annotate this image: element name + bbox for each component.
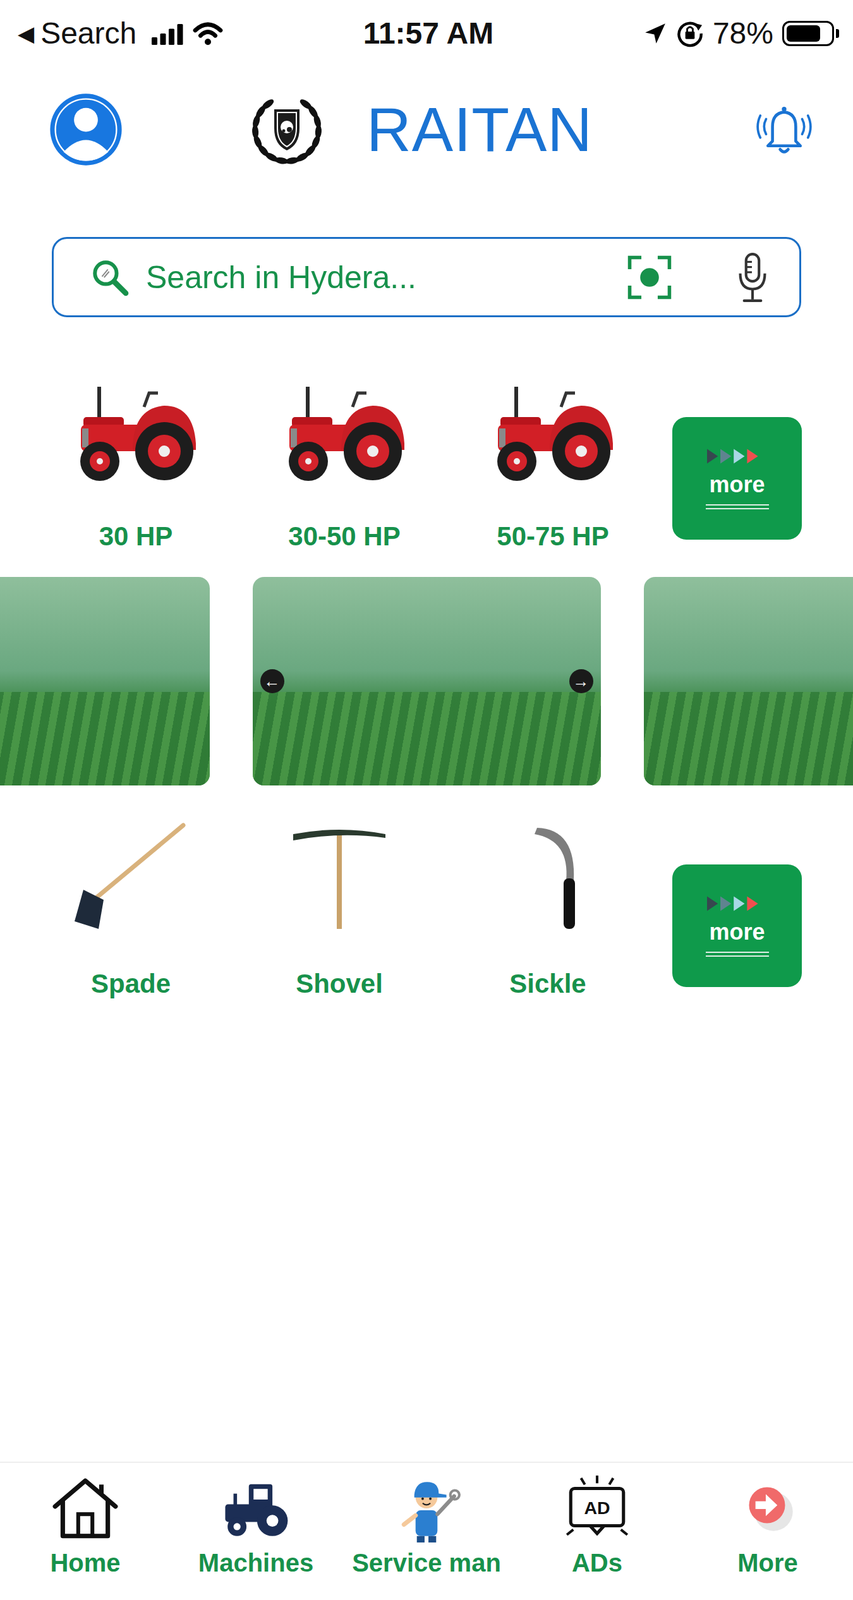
clock-time: 11:57 AM <box>363 15 494 51</box>
sickle-icon[interactable] <box>481 820 615 933</box>
nav-label[interactable]: More <box>737 1548 799 1578</box>
more-button[interactable]: more <box>672 864 802 987</box>
tractor-icon[interactable] <box>220 1472 292 1544</box>
banner-slide[interactable] <box>0 576 210 786</box>
house-icon[interactable] <box>49 1472 121 1544</box>
app-header: RAITAN <box>0 66 853 193</box>
more-button[interactable]: more <box>672 417 802 540</box>
nav-label[interactable]: Service man <box>351 1548 502 1578</box>
laurel-shield-logo-icon <box>245 90 329 169</box>
app-screen: ◀Search 11:57 AM 78% RAITAN Search in Hydera… <box>0 0 853 1600</box>
ad-board-icon[interactable]: AD <box>561 1472 633 1544</box>
mechanic-icon[interactable] <box>391 1472 462 1544</box>
more-label[interactable]: more <box>708 918 765 946</box>
banner-slide[interactable]: ←→ <box>252 576 601 786</box>
tractor-icon[interactable] <box>69 372 203 486</box>
location-arrow-icon <box>643 21 668 46</box>
tool-category[interactable]: Shovel <box>235 820 444 1000</box>
nav-label[interactable]: Machines <box>198 1548 314 1578</box>
nav-item[interactable]: AD ADs <box>511 1472 683 1600</box>
tool-category[interactable]: Sickle <box>443 820 653 1000</box>
tractor-category[interactable]: 30 HP <box>31 372 241 553</box>
search-field[interactable]: Search in Hydera... <box>51 236 802 318</box>
tractor-category-label[interactable]: 50-75 HP <box>496 520 609 553</box>
tool-category[interactable]: Spade <box>26 820 236 1000</box>
pickaxe-icon[interactable] <box>272 820 406 933</box>
nav-label[interactable]: Home <box>49 1548 121 1578</box>
battery-percent: 78% <box>712 15 774 51</box>
bell-icon[interactable] <box>755 100 814 159</box>
nav-item[interactable]: Home <box>0 1472 171 1600</box>
tool-category-label[interactable]: Spade <box>90 967 171 1000</box>
nav-item[interactable]: More <box>682 1472 853 1600</box>
back-icon[interactable]: ◀ <box>17 20 35 47</box>
banner-slide[interactable] <box>643 576 853 786</box>
search-icon[interactable] <box>89 256 131 299</box>
bottom-navigation: Home Machines Service man AD ADs More <box>0 1461 853 1600</box>
previous-arrow[interactable]: ← <box>260 669 285 694</box>
nav-item[interactable]: Service man <box>341 1472 512 1600</box>
tractor-category-row: 30 HP 30-50 HP 50-75 HP more <box>0 372 853 553</box>
app-title: RAITAN <box>366 94 593 166</box>
status-bar: ◀Search 11:57 AM 78% <box>0 0 853 67</box>
tool-category-label[interactable]: Sickle <box>509 967 586 1000</box>
search-placeholder[interactable]: Search in Hydera... <box>145 259 627 296</box>
tractor-icon[interactable] <box>278 372 411 486</box>
nav-item[interactable]: Machines <box>170 1472 342 1600</box>
back-label[interactable]: Search <box>40 15 137 51</box>
tractor-category-label[interactable]: 30-50 HP <box>288 520 400 553</box>
brand: RAITAN <box>245 90 593 169</box>
rotation-lock-icon <box>676 19 704 48</box>
tool-category-row: Spade Shovel Sickle more <box>0 820 853 1000</box>
tractor-icon[interactable] <box>486 372 620 486</box>
triple-arrow-icon <box>707 894 768 913</box>
tractor-category[interactable]: 50-75 HP <box>448 372 658 553</box>
scan-icon[interactable] <box>626 254 673 301</box>
more-label[interactable]: more <box>708 471 765 498</box>
ad-badge-text: AD <box>583 1497 610 1518</box>
profile-icon[interactable] <box>48 92 124 167</box>
microphone-icon[interactable] <box>736 251 769 304</box>
hoe-icon[interactable] <box>64 820 198 933</box>
triple-arrow-icon <box>707 447 768 466</box>
banner-carousel: ←→ <box>0 576 853 786</box>
wifi-icon <box>192 20 224 47</box>
nav-label[interactable]: ADs <box>571 1548 623 1578</box>
exit-arrow-icon[interactable] <box>732 1472 804 1544</box>
signal-icon <box>151 22 186 45</box>
tractor-category-label[interactable]: 30 HP <box>99 520 174 553</box>
tractor-category[interactable]: 30-50 HP <box>240 372 449 553</box>
tool-category-label[interactable]: Shovel <box>295 967 383 1000</box>
battery-icon <box>782 20 840 47</box>
next-arrow[interactable]: → <box>569 669 594 694</box>
